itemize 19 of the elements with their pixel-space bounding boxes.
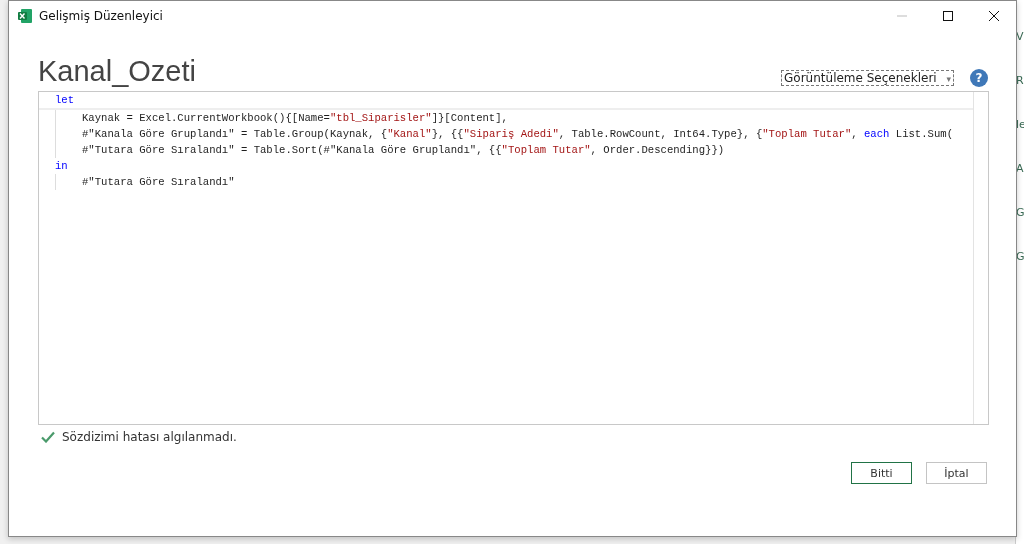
- maximize-icon[interactable]: [942, 10, 954, 22]
- code-line: let: [39, 92, 973, 110]
- background-text: G: [1016, 250, 1024, 264]
- cancel-button[interactable]: İptal: [926, 462, 987, 484]
- code-line: Kaynak = Excel.CurrentWorkbook(){[Name="tbl_Siparisler"]}[Content],: [55, 110, 508, 126]
- code-line: #"Kanala Göre Gruplandı" = Table.Group(Kaynak, {"Kanal"}, {{"Sipariş Adedi", Table.RowCount, Int64.Type}, {"Toplam Tutar", each List.Sum(: [55, 126, 953, 142]
- background-text: R: [1016, 74, 1024, 88]
- done-button[interactable]: Bitti: [851, 462, 912, 484]
- view-options-dropdown[interactable]: Görüntüleme Seçenekleri ▾: [781, 70, 954, 86]
- spreadsheet-app-icon: [17, 8, 33, 24]
- close-icon[interactable]: [988, 10, 1000, 22]
- query-name: Kanal_Ozeti: [38, 57, 196, 86]
- code-line: #"Tutara Göre Sıralandı": [55, 174, 235, 190]
- help-button[interactable]: ?: [970, 69, 988, 87]
- background-text: G: [1016, 206, 1024, 220]
- code-line: in: [54, 159, 68, 174]
- window-title: Gelişmiş Düzenleyici: [39, 9, 163, 23]
- code-line: #"Tutara Göre Sıralandı" = Table.Sort(#"Kanala Göre Gruplandı", {{"Toplam Tutar", Order.Descending}}): [55, 142, 725, 158]
- status-message: Sözdizimi hatası algılanmadı.: [62, 430, 237, 444]
